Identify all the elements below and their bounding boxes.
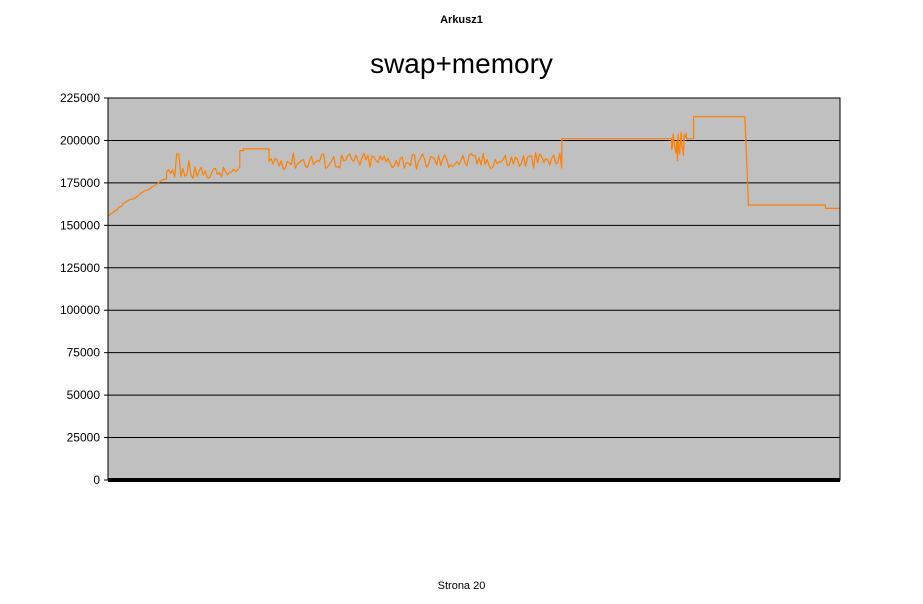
chart: 0 25000 50000 75000 100000 125000 150000 175000… bbox=[50, 90, 850, 490]
svg-text:100000: 100000 bbox=[60, 303, 100, 317]
svg-text:25000: 25000 bbox=[67, 431, 101, 445]
sheet-name: Arkusz1 bbox=[0, 14, 923, 26]
chart-title: swap+memory bbox=[0, 48, 923, 80]
svg-text:150000: 150000 bbox=[60, 218, 100, 232]
svg-text:200000: 200000 bbox=[60, 133, 100, 147]
svg-text:0: 0 bbox=[93, 473, 100, 487]
svg-text:75000: 75000 bbox=[67, 346, 101, 360]
svg-text:125000: 125000 bbox=[60, 261, 100, 275]
svg-text:50000: 50000 bbox=[67, 388, 101, 402]
page-footer: Strona 20 bbox=[0, 580, 923, 592]
svg-text:175000: 175000 bbox=[60, 176, 100, 190]
svg-text:225000: 225000 bbox=[60, 91, 100, 105]
